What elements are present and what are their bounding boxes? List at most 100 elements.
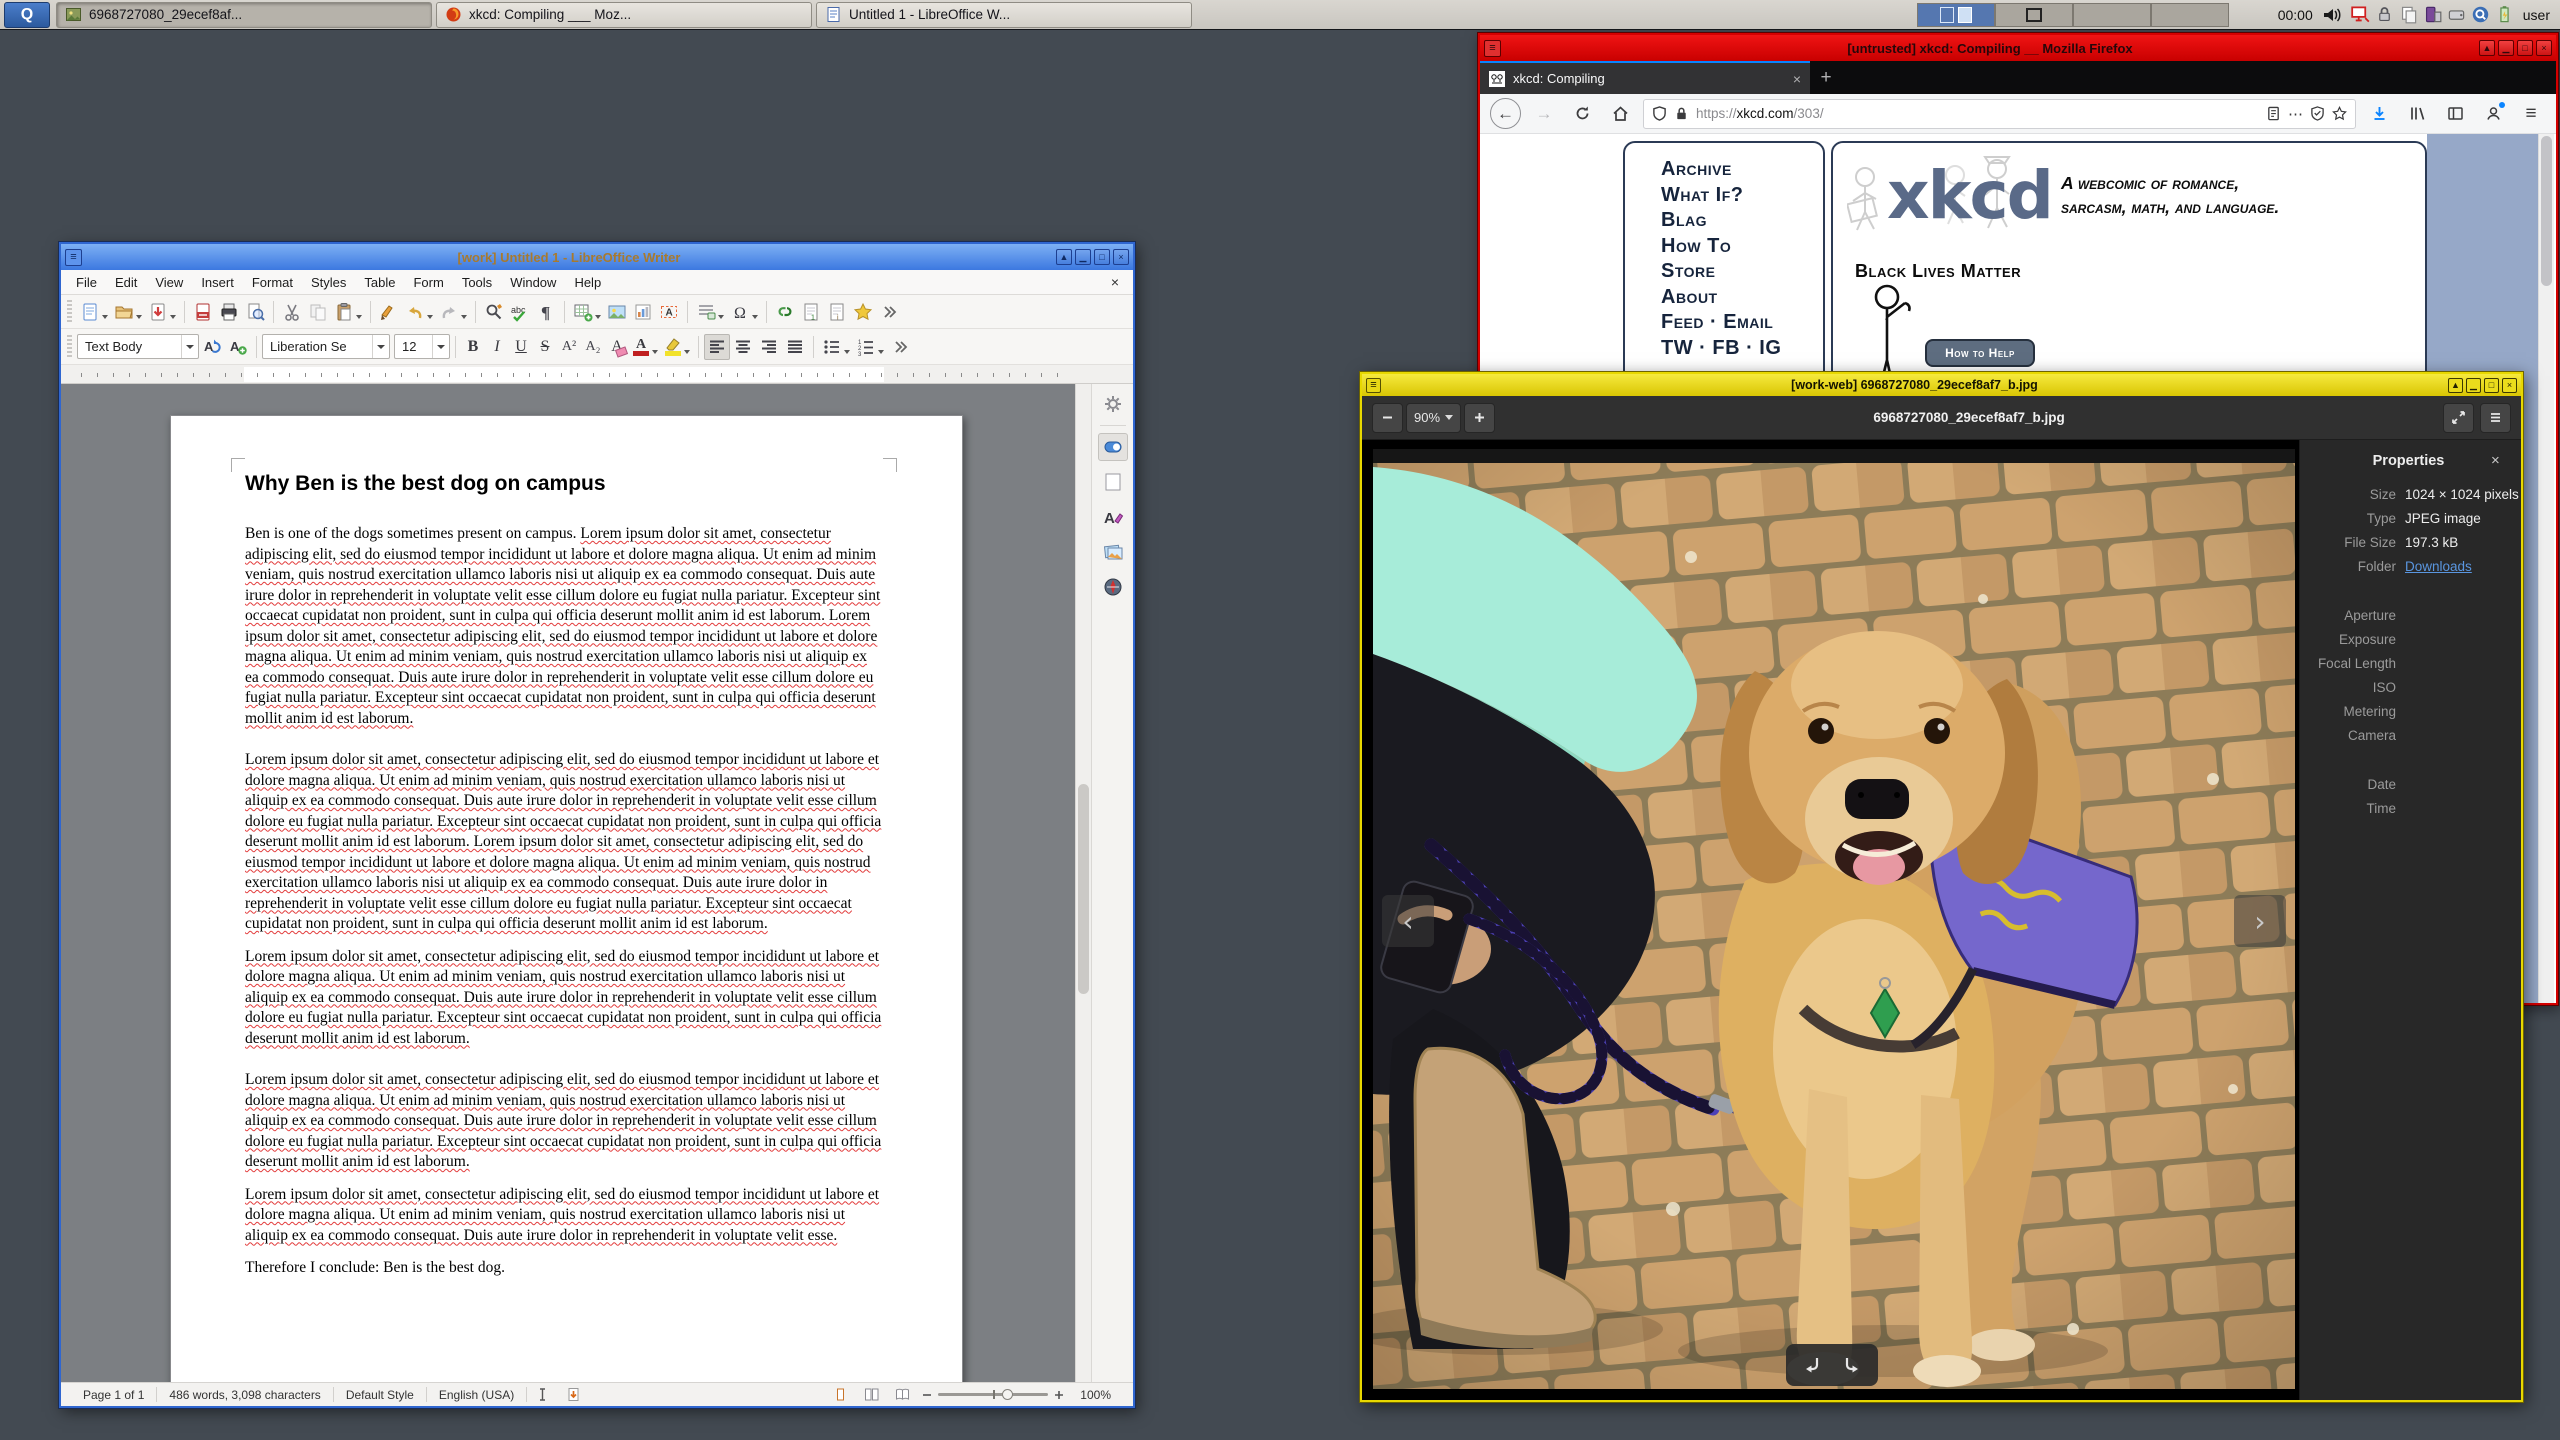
insert-footnote-button[interactable]: 1 [798, 299, 824, 325]
pocket-shield-icon[interactable] [2310, 106, 2325, 121]
clear-formatting-button[interactable]: A [605, 334, 629, 360]
highlight-color-button[interactable] [661, 334, 685, 360]
document-modified-icon[interactable] [558, 1387, 589, 1402]
sidebar-tab-navigator[interactable] [1098, 573, 1128, 601]
new-style-button[interactable]: A [225, 334, 251, 360]
redo-button[interactable] [436, 299, 462, 325]
workspace-3[interactable] [2072, 2, 2151, 27]
single-page-view-button[interactable] [825, 1387, 856, 1402]
close-icon[interactable]: × [2491, 452, 2507, 469]
text-language[interactable]: English (USA) [427, 1388, 526, 1402]
shade-button[interactable]: ▲ [2448, 377, 2463, 393]
font-color-button[interactable]: A [629, 334, 653, 360]
dropdown-caret-icon[interactable] [595, 314, 601, 319]
insert-table-button[interactable] [570, 299, 596, 325]
bookmark-star-icon[interactable] [2332, 106, 2347, 121]
toolbar-overflow-button[interactable] [887, 334, 913, 360]
new-tab-button[interactable]: + [1810, 61, 1842, 94]
bold-button[interactable]: B [461, 334, 485, 360]
xkcd-nav-how-to[interactable]: How To [1661, 234, 1823, 260]
menu-table[interactable]: Table [355, 272, 404, 293]
dropdown-caret-icon[interactable] [718, 314, 724, 319]
document-page[interactable]: Why Ben is the best dog on campus Ben is… [170, 415, 963, 1382]
book-view-button[interactable] [887, 1387, 918, 1402]
folder-link[interactable]: Downloads [2405, 559, 2472, 574]
minimize-button[interactable]: ▁ [1075, 249, 1091, 265]
workspace-1[interactable] [1916, 2, 1995, 27]
xkcd-nav-blag[interactable]: Blag [1661, 208, 1823, 234]
superscript-button[interactable]: A² [557, 334, 581, 360]
tab-xkcd[interactable]: xkcd: Compiling × [1480, 61, 1810, 94]
insert-bookmark-button[interactable] [850, 299, 876, 325]
next-image-button[interactable]: › [2234, 895, 2286, 947]
minimize-button[interactable]: ▁ [2466, 377, 2481, 393]
dropdown-caret-icon[interactable] [102, 314, 108, 319]
close-button[interactable]: × [2502, 377, 2517, 393]
speaker-icon[interactable] [2322, 5, 2342, 25]
writer-titlebar[interactable]: ≡ [work] Untitled 1 - LibreOffice Writer… [61, 244, 1133, 270]
print-preview-button[interactable] [242, 299, 268, 325]
viewer-titlebar[interactable]: ≡ [work-web] 6968727080_29ecef8af7_b.jpg… [1362, 374, 2521, 396]
menu-styles[interactable]: Styles [302, 272, 355, 293]
insert-textbox-button[interactable]: A [656, 299, 682, 325]
sidebar-tab-styles[interactable]: A [1098, 503, 1128, 531]
page-count[interactable]: Page 1 of 1 [71, 1388, 156, 1402]
menu-form[interactable]: Form [404, 272, 452, 293]
previous-image-button[interactable]: ‹ [1382, 895, 1434, 947]
sidebar-tab-properties[interactable] [1097, 433, 1128, 461]
print-button[interactable] [216, 299, 242, 325]
firefox-titlebar[interactable]: ≡ [untrusted] xkcd: Compiling __ Mozilla… [1480, 35, 2556, 61]
sidebars-button[interactable] [2440, 99, 2470, 129]
home-button[interactable] [1605, 99, 1635, 129]
page-actions-icon[interactable]: ⋯ [2288, 105, 2303, 123]
save-button[interactable] [145, 299, 171, 325]
taskbar-window-button[interactable]: xkcd: Compiling ___ Moz... [436, 1, 812, 28]
insert-chart-button[interactable] [630, 299, 656, 325]
page-scrollbar[interactable] [2538, 134, 2554, 1003]
insert-endnote-button[interactable]: i [824, 299, 850, 325]
find-replace-button[interactable] [481, 299, 507, 325]
font-size-select[interactable]: 12 [394, 334, 450, 359]
xkcd-nav-archive[interactable]: Archive [1661, 157, 1823, 183]
insert-mode-icon[interactable] [527, 1387, 558, 1402]
reader-mode-icon[interactable] [2266, 106, 2281, 121]
how-to-help-button[interactable]: How to Help [1925, 339, 2035, 367]
xkcd-nav-about[interactable]: About [1661, 285, 1823, 311]
dropdown-caret-icon[interactable] [461, 314, 467, 319]
align-left-button[interactable] [704, 333, 730, 360]
horizontal-ruler[interactable] [61, 365, 1133, 384]
spelling-button[interactable]: abc [507, 299, 533, 325]
italic-button[interactable]: I [485, 334, 509, 360]
menu-view[interactable]: View [146, 272, 192, 293]
dropdown-caret-icon[interactable] [752, 314, 758, 319]
page-style[interactable]: Default Style [334, 1388, 426, 1402]
back-button[interactable]: ← [1490, 98, 1521, 129]
account-button[interactable] [2478, 99, 2508, 129]
fullscreen-button[interactable] [2443, 402, 2474, 433]
menu-window[interactable]: Window [501, 272, 565, 293]
clone-formatting-button[interactable] [376, 299, 402, 325]
copy-button[interactable] [305, 299, 331, 325]
sidebar-tab-page[interactable] [1098, 468, 1128, 496]
zoom-level[interactable]: 100% [1068, 1388, 1123, 1402]
library-button[interactable] [2402, 99, 2432, 129]
downloads-button[interactable] [2364, 99, 2394, 129]
formatting-marks-button[interactable]: ¶ [533, 299, 559, 325]
rotate-left-icon[interactable] [1803, 1355, 1823, 1375]
underline-button[interactable]: U [509, 334, 533, 360]
lock-icon[interactable] [1674, 106, 1689, 121]
xkcd-nav-feed-email[interactable]: Feed · Email [1661, 310, 1823, 336]
menu-tools[interactable]: Tools [453, 272, 501, 293]
zoom-slider[interactable] [922, 1388, 1064, 1400]
numbered-list-button[interactable]: 123 [853, 334, 879, 360]
subscript-button[interactable]: A₂ [581, 334, 605, 360]
zoom-out-button[interactable] [1372, 402, 1403, 433]
align-center-button[interactable] [730, 334, 756, 360]
undo-button[interactable] [402, 299, 428, 325]
sidebar-settings-icon[interactable] [1098, 390, 1128, 418]
shade-button[interactable]: ▲ [2479, 40, 2495, 56]
xkcd-nav-what-if-[interactable]: What If? [1661, 183, 1823, 209]
special-character-button[interactable]: Ω [727, 299, 753, 325]
close-button[interactable]: × [1113, 249, 1129, 265]
qubes-menu-button[interactable]: Q [4, 1, 50, 28]
